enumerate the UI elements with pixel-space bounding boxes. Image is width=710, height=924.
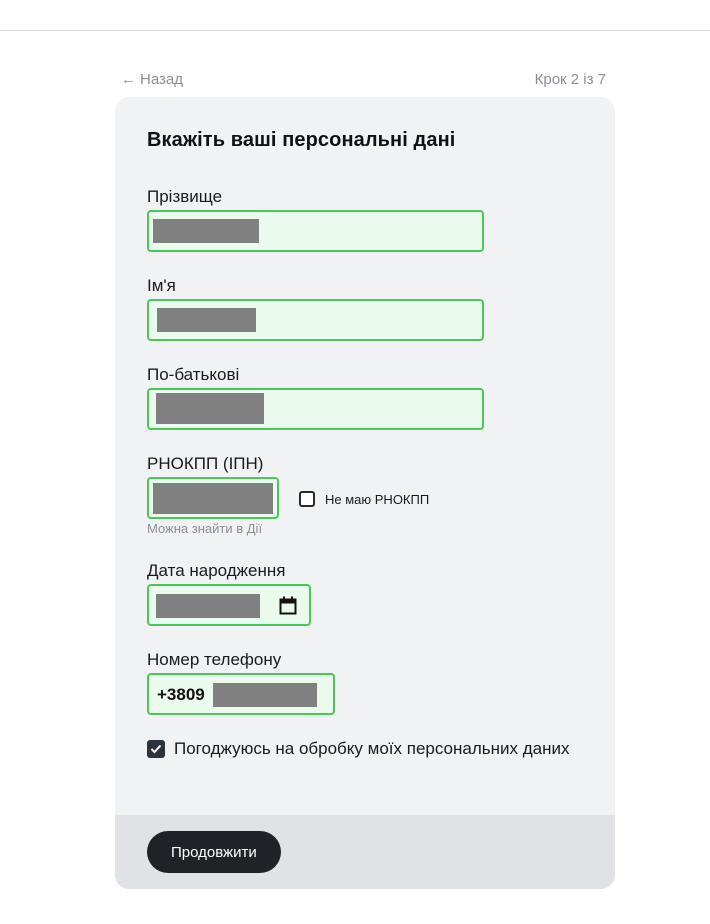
name-field[interactable] (147, 299, 484, 341)
redacted-value (156, 594, 260, 618)
personal-data-card: Вкажіть ваші персональні дані Прізвище І… (115, 97, 615, 889)
checkbox-box[interactable] (299, 491, 315, 507)
redacted-value (153, 219, 259, 243)
patronymic-field[interactable] (147, 388, 484, 430)
back-link[interactable]: ← Назад (121, 71, 183, 88)
consent-label: Погоджуюсь на обробку моїх персональних … (174, 739, 570, 758)
birthdate-label: Дата народження (147, 561, 286, 580)
header-divider (0, 30, 710, 31)
surname-field[interactable] (147, 210, 484, 252)
birthdate-field[interactable] (147, 584, 311, 626)
redacted-value (213, 683, 317, 707)
phone-field[interactable]: +3809 (147, 673, 335, 715)
phone-prefix: +3809 (157, 685, 205, 704)
checkbox-checked[interactable] (147, 740, 165, 758)
back-link-label: Назад (140, 71, 183, 88)
rnokpp-hint: Можна знайти в Дії (147, 521, 263, 536)
form-footer: Продовжити (115, 815, 615, 889)
redacted-value (153, 483, 273, 514)
rnokpp-label: РНОКПП (ІПН) (147, 454, 264, 473)
consent-checkbox[interactable]: Погоджуюсь на обробку моїх персональних … (147, 738, 587, 760)
name-label: Ім'я (147, 276, 176, 295)
no-rnokpp-label: Не маю РНОКПП (325, 491, 430, 507)
step-indicator: Крок 2 із 7 (534, 71, 606, 88)
arrow-left-icon: ← (121, 71, 136, 88)
continue-button[interactable]: Продовжити (147, 831, 281, 873)
redacted-value (156, 393, 264, 424)
calendar-icon[interactable] (279, 596, 297, 615)
no-rnokpp-checkbox[interactable]: Не маю РНОКПП (299, 491, 429, 507)
check-icon (150, 744, 162, 754)
phone-label: Номер телефону (147, 650, 282, 669)
page-title: Вкажіть ваші персональні дані (147, 129, 456, 151)
rnokpp-field[interactable] (147, 477, 279, 519)
redacted-value (157, 308, 256, 332)
surname-label: Прізвище (147, 187, 223, 206)
patronymic-label: По-батькові (147, 365, 240, 384)
